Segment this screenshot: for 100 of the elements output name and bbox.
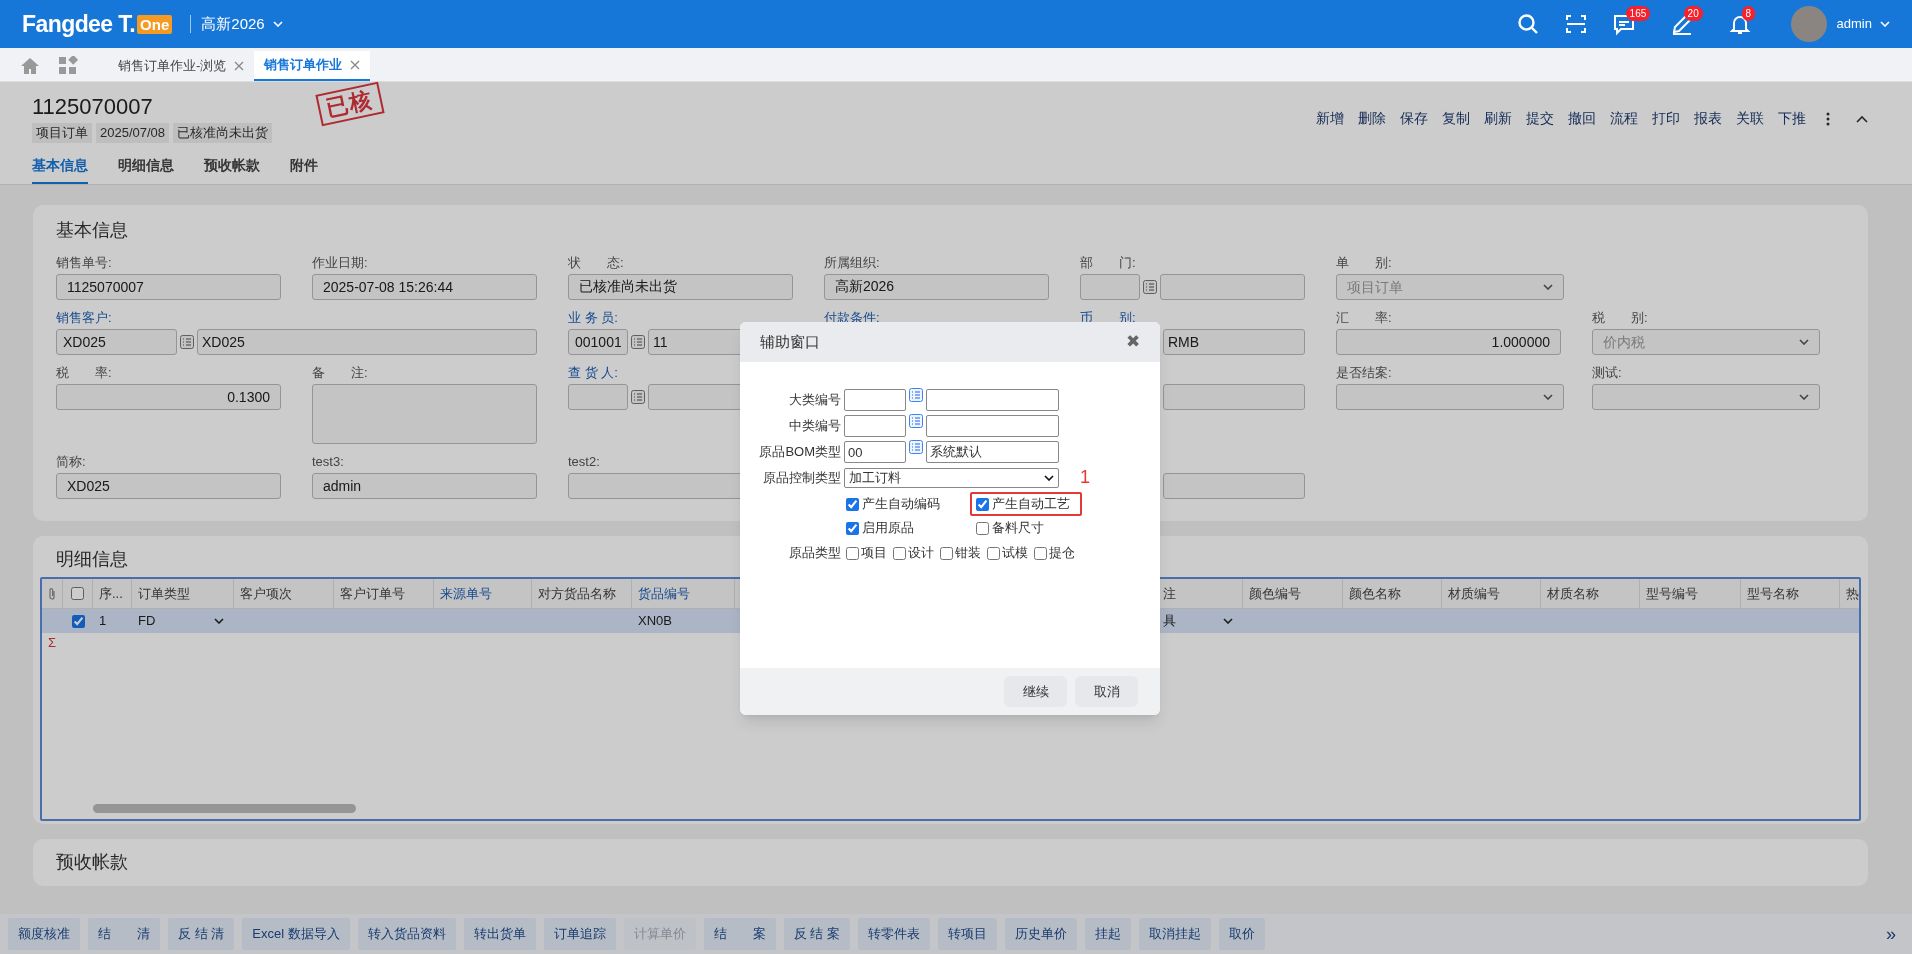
column-header: 客户订单号	[340, 584, 405, 603]
field-label: 销售单号:	[56, 254, 112, 272]
text-field[interactable]: XD025	[56, 473, 281, 499]
section-title: 基本信息	[56, 219, 129, 242]
table-cell-text: XN0B	[638, 612, 672, 631]
page-tab[interactable]: 销售订单作业	[254, 51, 371, 81]
name-field[interactable]: RMB	[1163, 329, 1305, 355]
column-header: 材质名称	[1547, 584, 1599, 603]
toolbar-button[interactable]: 历史单价	[1004, 918, 1077, 950]
field-label: 原品BOM类型	[758, 443, 842, 462]
field-label: 备 注:	[312, 364, 368, 382]
section-tab[interactable]: 预收帐款	[204, 155, 260, 184]
section-tab[interactable]: 明细信息	[118, 155, 174, 184]
close-button[interactable]: ✖	[1126, 329, 1140, 355]
toolbar-button[interactable]: Excel 数据导入	[242, 918, 350, 950]
name-field[interactable]: 系统默认	[926, 441, 1059, 463]
column-header: 货品编号	[638, 584, 690, 603]
section-title: 明细信息	[56, 548, 128, 571]
code-field[interactable]: 00	[844, 441, 906, 463]
field-label: 单 别:	[1336, 254, 1392, 272]
text-field[interactable]: 1125070007	[56, 274, 281, 300]
text-field[interactable]: 1.000000	[1336, 329, 1561, 355]
toolbar-button[interactable]: 转入货品资料	[357, 918, 456, 950]
field-label: test2:	[568, 453, 600, 471]
action-link[interactable]: 流程	[1610, 108, 1638, 129]
toolbar-button[interactable]: 挂起	[1084, 918, 1131, 950]
action-link[interactable]: 提交	[1526, 108, 1554, 129]
dialog-button[interactable]: 继续	[1004, 676, 1067, 707]
field-label: 汇 率:	[1336, 309, 1392, 327]
column-header: 型号名称	[1747, 584, 1799, 603]
column-header: 注	[1163, 584, 1176, 603]
action-link[interactable]: 复制	[1442, 108, 1470, 129]
column-header: 颜色编号	[1249, 584, 1301, 603]
toolbar-button[interactable]: 结 案	[703, 918, 776, 950]
checkbox-label: 启用原品	[862, 519, 914, 538]
page-tab[interactable]: 销售订单作业-浏览	[108, 51, 255, 81]
field-label: 测试:	[1592, 364, 1622, 382]
count-badge: 165	[1625, 6, 1651, 21]
more-button[interactable]: »	[1886, 920, 1896, 948]
section-tab[interactable]: 附件	[290, 155, 318, 184]
action-link[interactable]: 关联	[1736, 108, 1764, 129]
toolbar-button[interactable]: 转项目	[937, 918, 997, 950]
checkbox-label: 产生自动编码	[862, 495, 940, 514]
pen-button[interactable]: 20	[1666, 6, 1713, 42]
checkbox-label: 设计	[908, 544, 934, 563]
action-link[interactable]: 新增	[1316, 108, 1344, 129]
text-field[interactable]: 已核准尚未出货	[568, 274, 793, 300]
text-field[interactable]: 高新2026	[824, 274, 1049, 300]
message-button[interactable]: 165	[1608, 6, 1655, 42]
logo-badge: One	[137, 14, 173, 34]
organization-dropdown[interactable]: 高新2026	[201, 12, 283, 36]
toolbar-button[interactable]: 转出货单	[463, 918, 536, 950]
toolbar-button[interactable]: 反 结 案	[783, 918, 850, 950]
column-header: 材质编号	[1448, 584, 1500, 603]
section-title: 预收帐款	[56, 851, 128, 874]
select-field[interactable]: 加工订料	[844, 468, 1059, 488]
user-menu[interactable]: admin	[1836, 14, 1890, 34]
code-field[interactable]: XD025	[56, 329, 177, 355]
column-header: 热	[1846, 584, 1859, 603]
field-label: 业 务 员:	[568, 309, 618, 327]
toolbar-button[interactable]: 额度核准	[8, 918, 80, 950]
toolbar-button[interactable]: 取价	[1218, 918, 1265, 950]
toolbar-button[interactable]: 转零件表	[857, 918, 930, 950]
field-label: 中类编号	[788, 417, 842, 436]
field-label: 原品控制类型	[762, 469, 842, 488]
column-header: 型号编号	[1646, 584, 1698, 603]
count-badge: 8	[1741, 6, 1756, 21]
count-badge: 20	[1683, 6, 1703, 21]
action-link[interactable]: 保存	[1400, 108, 1428, 129]
field-label: 原品类型	[788, 544, 842, 563]
action-link[interactable]: 撤回	[1568, 108, 1596, 129]
field-label: 是否结案:	[1336, 364, 1392, 382]
action-link[interactable]: 报表	[1694, 108, 1722, 129]
column-header: 序...	[99, 584, 123, 603]
toolbar-button[interactable]: 反 结 清	[168, 918, 235, 950]
text-field[interactable]: admin	[312, 473, 537, 499]
action-link[interactable]: 打印	[1652, 108, 1680, 129]
type-select[interactable]: 具	[1163, 611, 1237, 631]
status-tag: 项目订单	[32, 123, 92, 143]
type-select[interactable]: FD	[138, 611, 228, 631]
checkbox-label: 备料尺寸	[992, 519, 1044, 538]
dialog-button[interactable]: 取消	[1075, 676, 1138, 707]
field-label: 税 别:	[1592, 309, 1648, 327]
action-link[interactable]: 删除	[1358, 108, 1386, 129]
toolbar-button[interactable]: 结 清	[88, 918, 160, 950]
action-link[interactable]: 刷新	[1484, 108, 1512, 129]
field-label: test3:	[312, 453, 344, 471]
field-label: 所属组织:	[824, 254, 880, 272]
column-header: 来源单号	[440, 584, 492, 603]
section-tab[interactable]: 基本信息	[32, 155, 88, 184]
toolbar-button[interactable]: 取消挂起	[1138, 918, 1211, 950]
bell-button[interactable]: 8	[1724, 6, 1771, 42]
field-label: 作业日期:	[312, 254, 368, 272]
toolbar-button[interactable]: 订单追踪	[543, 918, 616, 950]
text-field[interactable]: 2025-07-08 15:26:44	[312, 274, 537, 300]
field-label: 大类编号	[788, 391, 842, 410]
code-field[interactable]: 001001	[568, 329, 628, 355]
action-link[interactable]: 下推	[1778, 108, 1806, 129]
name-field[interactable]: XD025	[197, 329, 537, 355]
text-field[interactable]: 0.1300	[56, 384, 281, 410]
